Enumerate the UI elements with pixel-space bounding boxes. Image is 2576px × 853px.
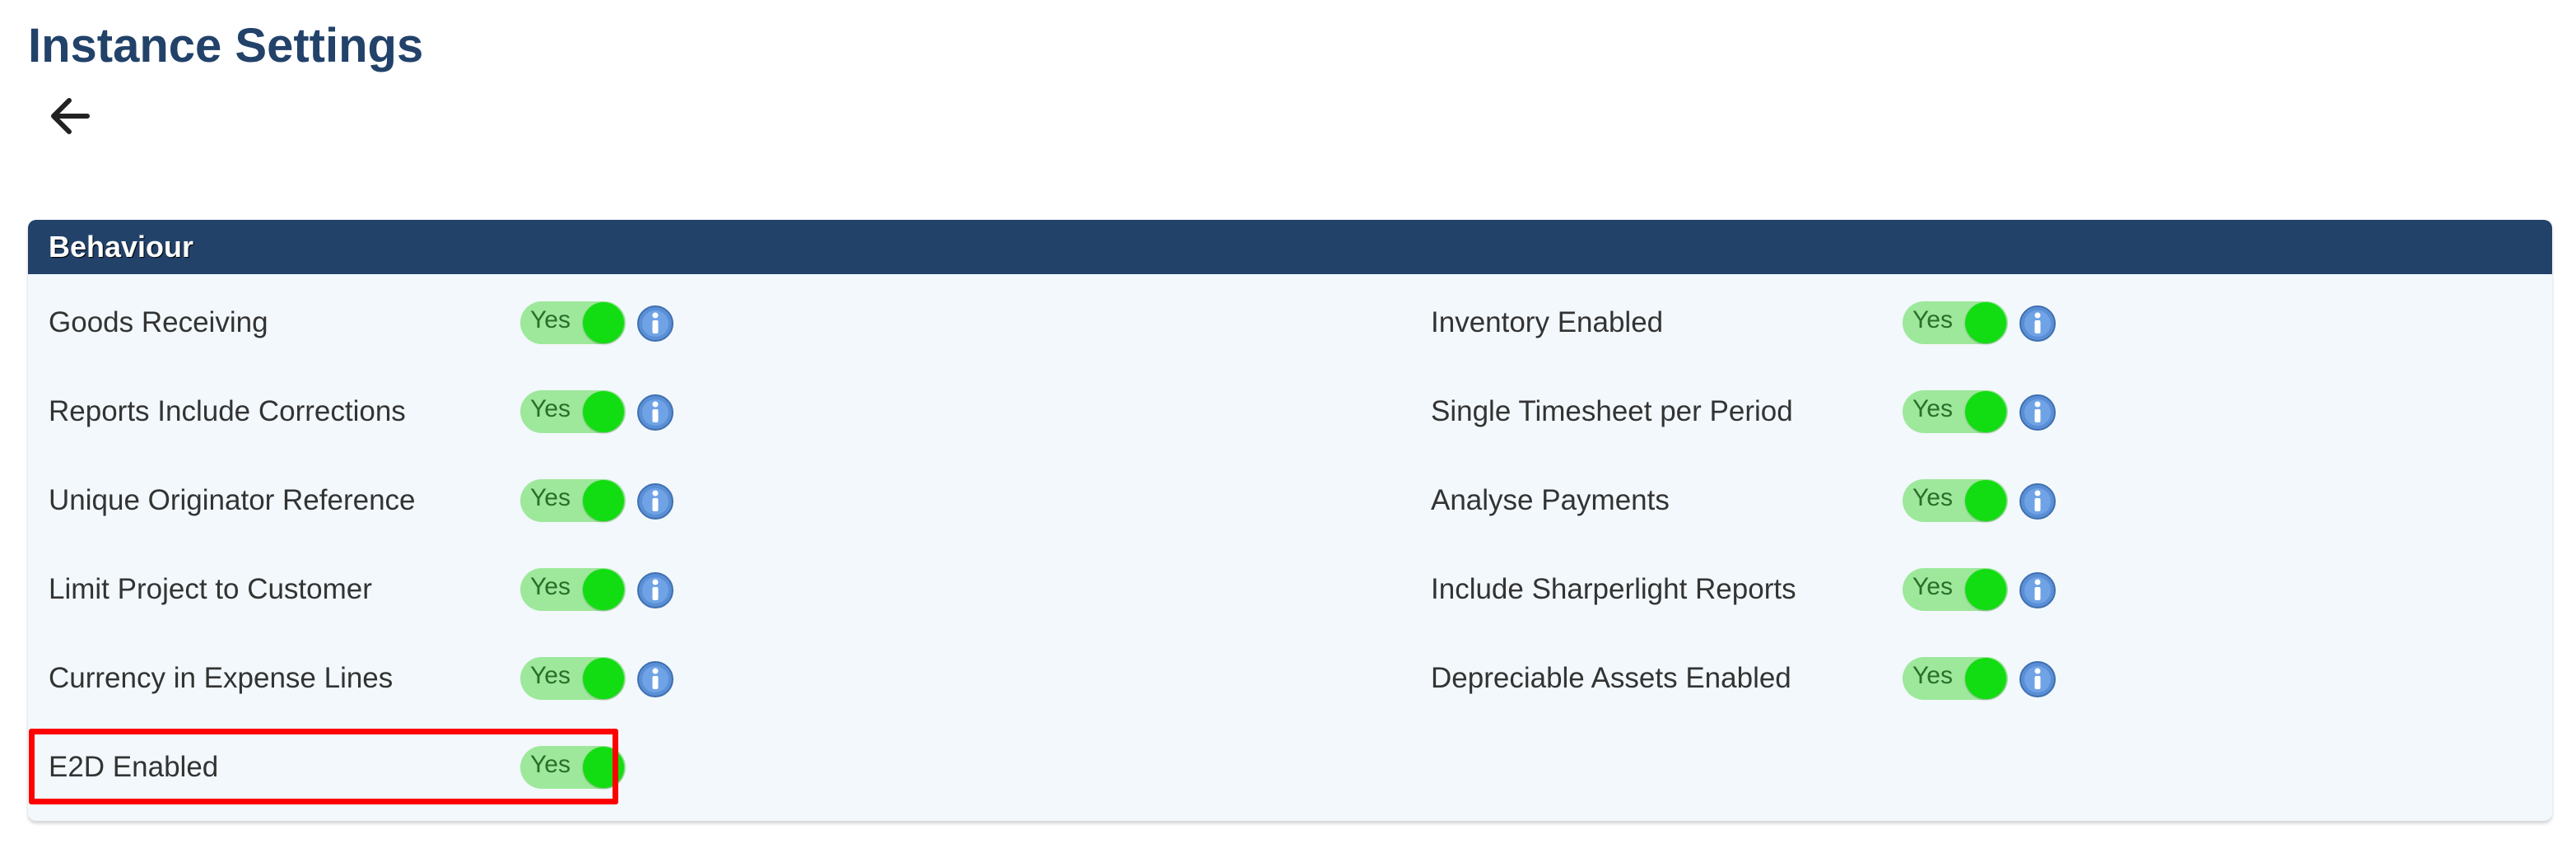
setting-label: Goods Receiving — [49, 306, 268, 338]
info-icon[interactable] — [2019, 571, 2057, 609]
back-button[interactable] — [43, 89, 97, 143]
toggle-value: Yes — [1912, 484, 1953, 511]
page-title: Instance Settings — [28, 19, 424, 72]
inventory-enabled-toggle[interactable]: Yes — [1903, 301, 2008, 344]
goods-receiving-toggle[interactable]: Yes — [520, 301, 626, 344]
setting-row-e2d-enabled: E2D Enabled Yes — [49, 734, 707, 800]
toggle-knob — [583, 391, 624, 432]
toggle-knob — [1965, 658, 2006, 699]
setting-row-currency-in-expense-lines: Currency in Expense Lines Yes — [49, 646, 707, 711]
setting-row-analyse-payments: Analyse Payments Yes — [1431, 468, 2089, 534]
info-icon[interactable] — [2019, 394, 2057, 431]
toggle-value: Yes — [530, 395, 571, 422]
toggle-knob — [1965, 480, 2006, 521]
behaviour-panel: Behaviour Goods Receiving Yes Reports In… — [28, 220, 2552, 821]
currency-in-expense-lines-toggle[interactable]: Yes — [520, 657, 626, 700]
toggle-knob — [583, 569, 624, 610]
toggle-knob — [1965, 569, 2006, 610]
single-timesheet-per-period-toggle[interactable]: Yes — [1903, 390, 2008, 433]
toggle-knob — [583, 480, 624, 521]
info-icon[interactable] — [2019, 482, 2057, 520]
setting-row-goods-receiving: Goods Receiving Yes — [49, 290, 707, 356]
toggle-value: Yes — [1912, 573, 1953, 600]
toggle-value: Yes — [530, 751, 571, 778]
toggle-value: Yes — [530, 662, 571, 689]
unique-originator-reference-toggle[interactable]: Yes — [520, 479, 626, 522]
info-icon[interactable] — [636, 571, 674, 609]
setting-row-include-sharperlight-reports: Include Sharperlight Reports Yes — [1431, 557, 2089, 622]
setting-label: Inventory Enabled — [1431, 306, 1664, 338]
toggle-knob — [583, 658, 624, 699]
setting-label: Include Sharperlight Reports — [1431, 573, 1796, 605]
toggle-value: Yes — [1912, 395, 1953, 422]
setting-label: Currency in Expense Lines — [49, 662, 394, 694]
info-icon[interactable] — [636, 482, 674, 520]
setting-label: E2D Enabled — [49, 751, 219, 783]
toggle-value: Yes — [1912, 306, 1953, 333]
info-icon[interactable] — [2019, 660, 2057, 698]
info-icon[interactable] — [636, 305, 674, 343]
setting-label: Unique Originator Reference — [49, 484, 416, 516]
toggle-knob — [1965, 302, 2006, 343]
e2d-enabled-toggle[interactable]: Yes — [520, 746, 626, 789]
toggle-knob — [583, 747, 624, 788]
toggle-value: Yes — [1912, 662, 1953, 689]
section-header: Behaviour — [28, 220, 2552, 274]
info-icon[interactable] — [2019, 305, 2057, 343]
depreciable-assets-enabled-toggle[interactable]: Yes — [1903, 657, 2008, 700]
toggle-value: Yes — [530, 484, 571, 511]
setting-row-unique-originator-reference: Unique Originator Reference Yes — [49, 468, 707, 534]
setting-label: Limit Project to Customer — [49, 573, 372, 605]
limit-project-to-customer-toggle[interactable]: Yes — [520, 568, 626, 611]
setting-label: Single Timesheet per Period — [1431, 395, 1793, 427]
toggle-knob — [1965, 391, 2006, 432]
setting-label: Reports Include Corrections — [49, 395, 406, 427]
toggle-knob — [583, 302, 624, 343]
setting-row-reports-include-corrections: Reports Include Corrections Yes — [49, 379, 707, 445]
setting-row-single-timesheet-per-period: Single Timesheet per Period Yes — [1431, 379, 2089, 445]
setting-row-limit-project-to-customer: Limit Project to Customer Yes — [49, 557, 707, 622]
setting-label: Depreciable Assets Enabled — [1431, 662, 1791, 694]
toggle-value: Yes — [530, 573, 571, 600]
setting-row-depreciable-assets-enabled: Depreciable Assets Enabled Yes — [1431, 646, 2089, 711]
back-arrow-icon — [51, 98, 90, 134]
analyse-payments-toggle[interactable]: Yes — [1903, 479, 2008, 522]
info-icon[interactable] — [636, 660, 674, 698]
info-icon[interactable] — [636, 394, 674, 431]
setting-label: Analyse Payments — [1431, 484, 1670, 516]
toggle-value: Yes — [530, 306, 571, 333]
include-sharperlight-reports-toggle[interactable]: Yes — [1903, 568, 2008, 611]
setting-row-inventory-enabled: Inventory Enabled Yes — [1431, 290, 2089, 356]
reports-include-corrections-toggle[interactable]: Yes — [520, 390, 626, 433]
